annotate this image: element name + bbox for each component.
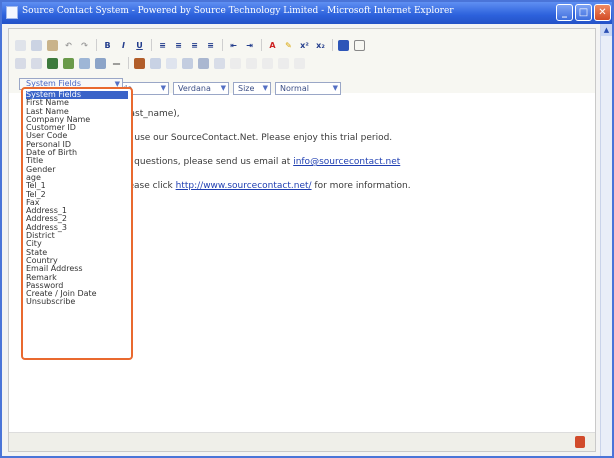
justify-button[interactable]: ≡ (205, 40, 216, 51)
status-icon[interactable] (575, 436, 585, 448)
disabled-tool-icon (262, 57, 273, 69)
disabled-tool-icon (278, 57, 289, 69)
paste-icon[interactable] (47, 39, 58, 51)
redo-icon[interactable]: ↷ (79, 40, 90, 51)
align-left-button[interactable]: ≡ (157, 40, 168, 51)
toolbar-separator (151, 39, 152, 51)
maximize-button[interactable]: □ (575, 4, 592, 21)
editor-line: last_name), (127, 109, 180, 119)
vertical-scrollbar[interactable]: ▲ (600, 24, 612, 456)
chevron-down-icon: ▼ (332, 84, 338, 92)
editor-line: y questions, please send us email at inf… (126, 157, 400, 167)
underline-button[interactable]: U (134, 40, 145, 51)
align-right-button[interactable]: ≡ (189, 40, 200, 51)
page-icon (6, 6, 18, 19)
checkbox-icon[interactable] (166, 57, 177, 69)
dropdown-item-tel-2[interactable]: Tel_2 (26, 190, 128, 199)
size-select[interactable]: Size ▼ (233, 82, 271, 95)
format-select[interactable]: Normal ▼ (275, 82, 341, 95)
email-link[interactable]: info@sourcecontact.net (293, 157, 400, 167)
chevron-down-icon: ▼ (160, 84, 166, 92)
toolbar-separator (222, 39, 223, 51)
scroll-up-icon[interactable]: ▲ (601, 24, 612, 36)
toolbar-separator (261, 39, 262, 51)
italic-button[interactable]: I (118, 40, 129, 51)
textfield-icon[interactable] (150, 57, 161, 69)
toolbar-row-1: ↶ ↷ B I U ≡ ≡ ≡ ≡ ⇤ ⇥ A ✎ x² x₂ (15, 37, 370, 53)
close-button[interactable]: ✕ (594, 4, 611, 21)
table-icon[interactable] (354, 39, 365, 51)
toolbar-separator (128, 57, 129, 69)
cut-icon[interactable] (15, 39, 26, 51)
disabled-tool-icon (246, 57, 257, 69)
editor-text: y questions, please send us email at (126, 157, 294, 167)
bullet-list-icon[interactable] (31, 57, 42, 69)
box-icon[interactable] (95, 57, 106, 69)
horizontal-rule-icon[interactable]: — (111, 58, 122, 69)
toolbar-separator (96, 39, 97, 51)
status-bar (9, 432, 595, 451)
outdent-button[interactable]: ⇤ (228, 40, 239, 51)
select-icon[interactable] (214, 57, 225, 69)
font-color-button[interactable]: A (267, 40, 278, 51)
highlight-button[interactable]: ✎ (283, 40, 294, 51)
subscript-button[interactable]: x₂ (315, 40, 326, 51)
link-icon[interactable] (47, 57, 58, 69)
editor-line: lease click http://www.sourcecontact.net… (126, 181, 411, 191)
image-icon[interactable] (63, 57, 74, 69)
undo-icon[interactable]: ↶ (63, 40, 74, 51)
button-icon[interactable] (198, 57, 209, 69)
editor-text: for more information. (311, 181, 411, 191)
dropdown-item-gender[interactable]: Gender (26, 165, 128, 174)
align-center-button[interactable]: ≡ (173, 40, 184, 51)
size-select-value: Size (238, 84, 255, 93)
indent-button[interactable]: ⇥ (244, 40, 255, 51)
toolbar-row-2: — (15, 55, 310, 71)
minimize-button[interactable]: _ (556, 4, 573, 21)
bold-button[interactable]: B (102, 40, 113, 51)
copy-icon[interactable] (31, 39, 42, 51)
editor-line: o use our SourceContact.Net. Please enjo… (126, 133, 393, 143)
font-select[interactable]: Verdana ▼ (173, 82, 229, 95)
chevron-down-icon: ▼ (220, 84, 226, 92)
editor-text: lease click (126, 181, 176, 191)
window-title: Source Contact System - Powered by Sourc… (22, 6, 454, 16)
word-paste-icon[interactable] (338, 39, 349, 51)
form-icon[interactable] (134, 57, 145, 69)
title-bar: Source Contact System - Powered by Sourc… (2, 2, 612, 24)
radio-icon[interactable] (182, 57, 193, 69)
frame-icon[interactable] (79, 57, 90, 69)
numbered-list-icon[interactable] (15, 57, 26, 69)
chevron-down-icon: ▼ (262, 84, 268, 92)
disabled-tool-icon (294, 57, 305, 69)
system-fields-dropdown: System Fields First Name Last Name Compa… (21, 87, 133, 360)
toolbar-separator (332, 39, 333, 51)
font-select-value: Verdana (178, 84, 211, 93)
dropdown-item-unsubscribe[interactable]: Unsubscribe (26, 298, 128, 307)
disabled-tool-icon (230, 57, 241, 69)
website-link[interactable]: http://www.sourcecontact.net/ (176, 181, 312, 191)
superscript-button[interactable]: x² (299, 40, 310, 51)
format-select-value: Normal (280, 84, 309, 93)
